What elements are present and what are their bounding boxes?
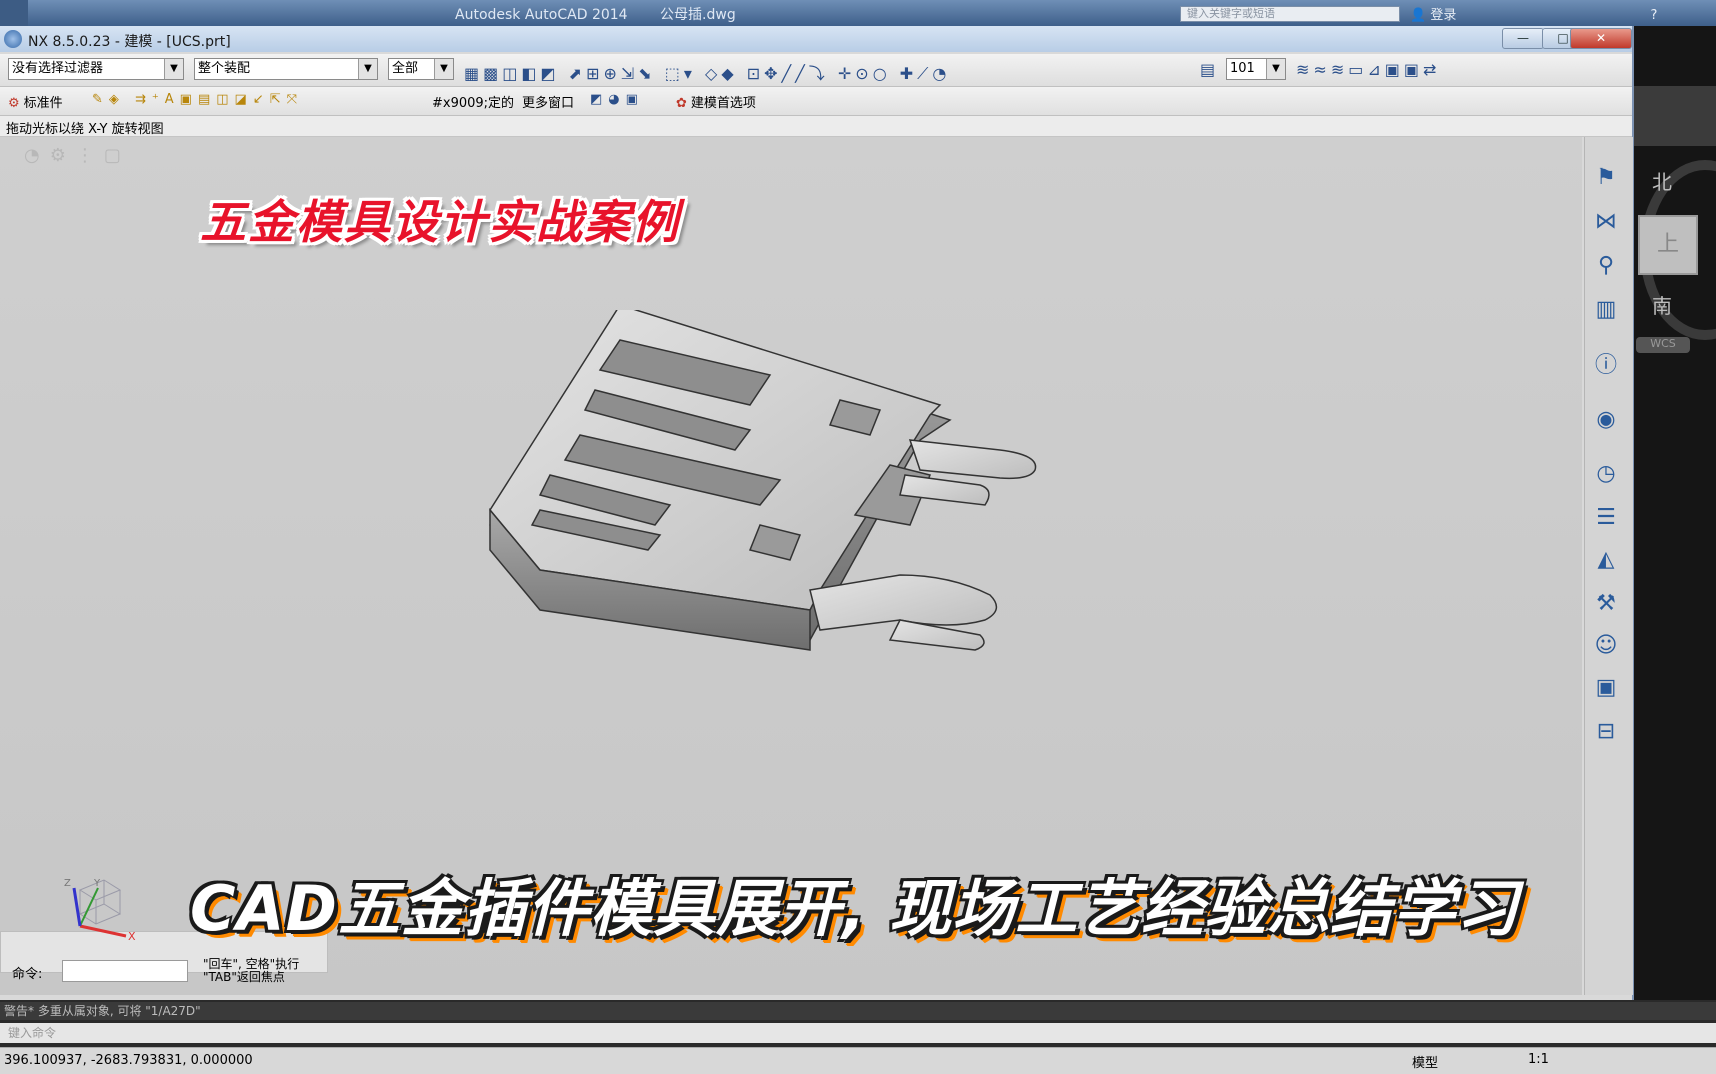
history-clock-icon[interactable]: ◷ — [1590, 458, 1622, 490]
viewcube-north[interactable]: 北 — [1652, 166, 1672, 195]
coordinate-triad: X Y Z — [64, 878, 136, 942]
help-icon[interactable]: ? — [1650, 8, 1657, 23]
autocad-app-name: Autodesk AutoCAD 2014 — [455, 7, 628, 23]
triad-y-label: Y — [93, 878, 101, 889]
part-navigator-icon[interactable]: ⚲ — [1590, 250, 1622, 282]
close-button[interactable]: ✕ — [1570, 28, 1632, 49]
standard-toolbar: ⚙ 标准件 ✎◈ ⇉⁺A▣▤◫◪↙⇱⤧ #x9009;定的 更多窗口 ◩◕▣ ✿ 建… — [0, 87, 1632, 116]
command-hint-line2: "TAB"返回焦点 — [203, 970, 285, 984]
type-filter-dropdown[interactable]: 全部 ▼ — [388, 58, 454, 80]
cue-line-text: 拖动光标以绕 X-Y 旋转视图 — [6, 122, 164, 137]
chevron-down-icon: ▼ — [358, 59, 377, 79]
command-history: 警告* 多重从属对象, 可将 "1/A27D" — [0, 1002, 1716, 1020]
triad-z-axis — [72, 887, 82, 927]
selection-tools-icons[interactable]: ▦▩◫◧◩ ⬈⊞⊕⇲⬊ ⬚▾ ◇◆ ⊡✥╱╱⤵ ✛⊙○ ✚⟋◔ — [464, 60, 950, 83]
window-tools-icons[interactable]: ◩◕▣ — [590, 92, 644, 107]
nx-title-bar — [0, 26, 1632, 52]
autocad-app-menu-button[interactable] — [0, 0, 28, 26]
autocad-search-input[interactable]: 键入关键字或短语 — [1180, 6, 1400, 22]
video-caption-top: 五金模具设计实战案例 — [200, 195, 680, 249]
nx-logo-icon — [4, 30, 22, 48]
view-tools-ghost-icons: ◔⚙⋮▢ — [24, 145, 131, 166]
wcs-menu[interactable]: WCS — [1636, 337, 1690, 353]
chevron-down-icon: ▼ — [1266, 59, 1285, 79]
work-layer-value: 101 — [1230, 61, 1255, 76]
coordinates-readout: 396.100937, -2683.793831, 0.000000 — [4, 1053, 253, 1068]
layer-icon[interactable]: ▤ — [1200, 60, 1219, 80]
system-materials-icon[interactable]: ☰ — [1590, 502, 1622, 534]
symbol-button[interactable]: #x9009;定的 — [432, 92, 514, 111]
system-scenes-icon[interactable]: ▣ — [1590, 672, 1622, 704]
more-windows-button[interactable]: 更多窗口 — [522, 92, 574, 111]
standard-parts-icon: ⚙ — [8, 96, 20, 111]
usb-connector-3d-model[interactable] — [480, 310, 1140, 750]
autocad-command-line[interactable]: 键入命令 — [0, 1023, 1716, 1043]
standard-parts-label: 标准件 — [23, 96, 63, 111]
command-label: 命令: — [12, 967, 43, 982]
command-input[interactable] — [62, 960, 188, 982]
standard-parts-button[interactable]: ⚙ 标准件 — [8, 92, 63, 111]
triad-x-axis — [79, 924, 127, 938]
work-layer-dropdown[interactable]: 101 ▼ — [1226, 58, 1286, 80]
web-browser-icon[interactable]: ◉ — [1590, 404, 1622, 436]
selection-filter-dropdown[interactable]: 没有选择过滤器 ▼ — [8, 58, 184, 80]
assembly-scope-value: 整个装配 — [198, 61, 251, 76]
autocad-signin[interactable]: 👤 登录 ? — [1410, 4, 1657, 23]
autocad-file-name: 公母插.dwg — [660, 7, 736, 23]
annotation-scale[interactable]: 1:1 — [1528, 1052, 1549, 1067]
roles-icon[interactable]: ☺ — [1590, 630, 1622, 662]
triad-y-axis — [79, 887, 99, 927]
assembly-scope-dropdown[interactable]: 整个装配 ▼ — [194, 58, 378, 80]
autocad-status-bar — [0, 1047, 1716, 1074]
autocad-right-toolbar — [1634, 86, 1716, 146]
manufacturing-wizard-icon[interactable]: ⚒ — [1590, 588, 1622, 620]
chevron-down-icon: ▼ — [434, 59, 453, 79]
sign-in-label: 登录 — [1430, 8, 1457, 23]
modeling-prefs-button[interactable]: ✿ 建模首选项 — [676, 92, 756, 111]
triad-x-label: X — [128, 930, 136, 942]
cue-line: 拖动光标以绕 X-Y 旋转视图 — [0, 116, 1632, 137]
reuse-library-icon[interactable]: ▥ — [1590, 294, 1622, 326]
viewcube-top-face[interactable]: 上 — [1638, 215, 1698, 275]
layer-tools-icons[interactable]: ≋≈≋▭⊿▣▣⇄ — [1296, 60, 1440, 80]
constraint-navigator-icon[interactable]: ⋈ — [1590, 206, 1622, 238]
edit-tools-icons[interactable]: ✎◈ ⇉⁺A▣▤◫◪↙⇱⤧ — [92, 92, 303, 107]
nx-window-title: NX 8.5.0.23 - 建模 - [UCS.prt] — [28, 34, 231, 50]
selection-toolbar: 没有选择过滤器 ▼ 整个装配 ▼ 全部 ▼ ▦▩◫◧◩ ⬈⊞⊕⇲⬊ ⬚▾ ◇◆ … — [0, 54, 1632, 87]
command-hint: "回车", 空格"执行 "TAB"返回焦点 — [203, 958, 299, 984]
triad-z-label: Z — [64, 878, 71, 889]
info-icon[interactable]: ⓘ — [1590, 350, 1622, 382]
chevron-down-icon: ▼ — [164, 59, 183, 79]
autocad-title: Autodesk AutoCAD 2014 公母插.dwg — [455, 4, 764, 24]
modeling-prefs-label: 建模首选项 — [690, 96, 756, 111]
minimize-button[interactable]: — — [1502, 28, 1544, 49]
video-caption-bottom: CAD五金插件模具展开, 现场工艺经验总结学习 — [190, 872, 1520, 945]
selection-filter-value: 没有选择过滤器 — [12, 61, 104, 76]
type-filter-value: 全部 — [392, 61, 419, 76]
process-studio-icon[interactable]: ◭ — [1590, 544, 1622, 576]
viewcube-south[interactable]: 南 — [1652, 290, 1672, 319]
model-tab[interactable]: 模型 — [1412, 1052, 1438, 1071]
preferences-icon: ✿ — [676, 96, 687, 111]
palette-icon[interactable]: ⊟ — [1590, 716, 1622, 748]
user-icon: 👤 — [1410, 8, 1431, 23]
assembly-navigator-icon[interactable]: ⚑ — [1590, 162, 1622, 194]
